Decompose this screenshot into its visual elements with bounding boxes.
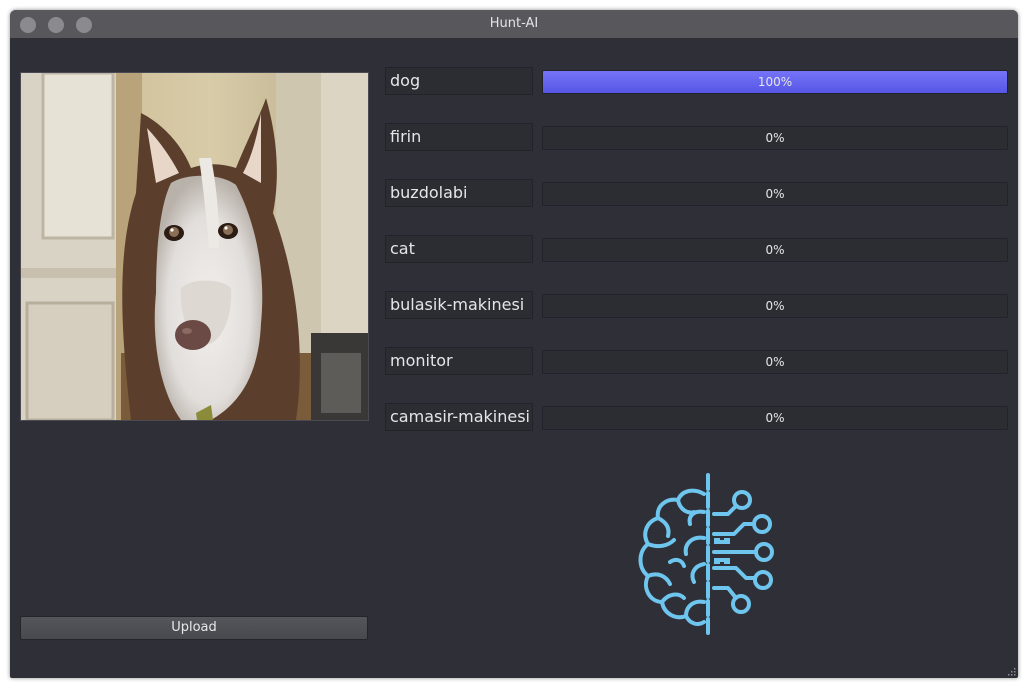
progress-text: 0% — [765, 187, 785, 201]
progress-text: 0% — [765, 355, 785, 369]
resize-grip[interactable] — [1006, 666, 1016, 676]
class-label-dog: dog — [385, 67, 533, 95]
uploaded-image — [20, 72, 369, 421]
class-label-monitor: monitor — [385, 347, 533, 375]
window-title: Hunt-AI — [489, 16, 539, 31]
dog-photo — [21, 73, 368, 420]
class-label-firin: firin — [385, 123, 533, 151]
progress-bar-buzdolabi: 0% — [542, 182, 1008, 206]
class-label-buzdolabi: buzdolabi — [385, 179, 533, 207]
class-label-bulasik-makinesi: bulasik-makinesi — [385, 291, 533, 319]
class-label-cat: cat — [385, 235, 533, 263]
progress-bar-bulasik-makinesi: 0% — [542, 294, 1008, 318]
app-window: Hunt-AI Upload dog 100% firin 0% buzdola… — [10, 10, 1018, 678]
brain-circuit-icon — [638, 473, 774, 637]
progress-bar-monitor: 0% — [542, 350, 1008, 374]
upload-button[interactable]: Upload — [20, 616, 368, 640]
progress-bar-camasir-makinesi: 0% — [542, 406, 1008, 430]
progress-bar-firin: 0% — [542, 126, 1008, 150]
progress-text: 0% — [765, 131, 785, 145]
progress-text: 0% — [765, 243, 785, 257]
class-label-camasir-makinesi: camasir-makinesi — [385, 403, 533, 431]
progress-text: 0% — [765, 411, 785, 425]
progress-bar-cat: 0% — [542, 238, 1008, 262]
progress-bar-dog: 100% — [542, 70, 1008, 94]
progress-text: 100% — [757, 75, 793, 89]
progress-text: 0% — [765, 299, 785, 313]
title-bar[interactable]: Hunt-AI — [10, 10, 1018, 38]
